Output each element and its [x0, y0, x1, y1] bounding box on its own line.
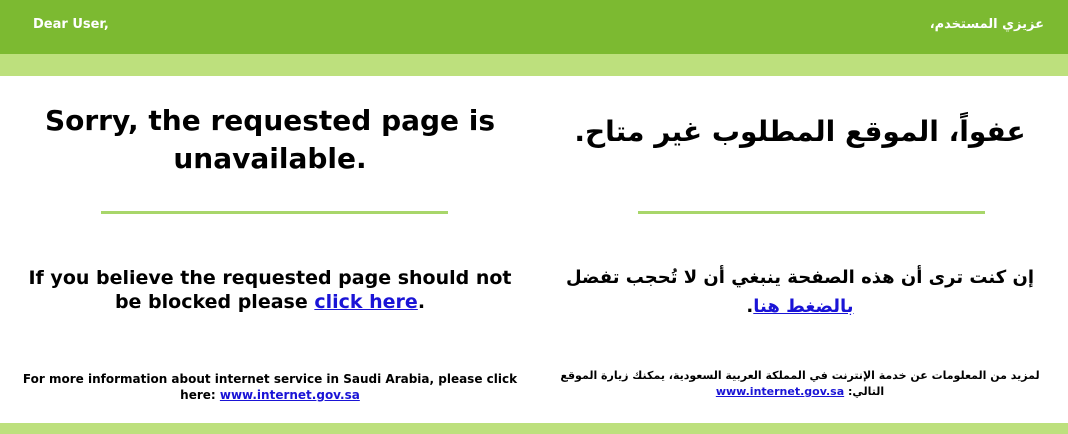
- footer-band: [0, 423, 1068, 434]
- arabic-click-here-link[interactable]: بالضغط هنا: [753, 296, 853, 317]
- english-title: Sorry, the requested page is unavailable…: [44, 104, 496, 175]
- arabic-divider: [638, 211, 985, 214]
- english-message-period: .: [417, 291, 426, 313]
- arabic-info-link[interactable]: www.internet.gov.sa: [716, 385, 844, 398]
- english-message: If you believe the requested page should…: [20, 266, 520, 314]
- english-divider: [101, 211, 448, 214]
- english-column: Sorry, the requested page is unavailable…: [20, 0, 520, 434]
- english-message-text: If you believe the requested page should…: [28, 267, 512, 313]
- arabic-title: عفواً، الموقع المطلوب غير متاح.: [574, 115, 1026, 148]
- arabic-column: عفواً، الموقع المطلوب غير متاح. إن كنت ت…: [555, 0, 1045, 434]
- english-info: For more information about internet serv…: [20, 371, 520, 403]
- arabic-message-text: إن كنت ترى أن هذه الصفحة ينبغي أن لا تُح…: [565, 267, 1035, 288]
- english-info-link[interactable]: www.internet.gov.sa: [220, 388, 360, 402]
- arabic-info: لمزيد من المعلومات عن خدمة الإنترنت في ا…: [555, 368, 1045, 400]
- arabic-message: إن كنت ترى أن هذه الصفحة ينبغي أن لا تُح…: [555, 263, 1045, 321]
- english-click-here-link[interactable]: click here: [314, 291, 417, 313]
